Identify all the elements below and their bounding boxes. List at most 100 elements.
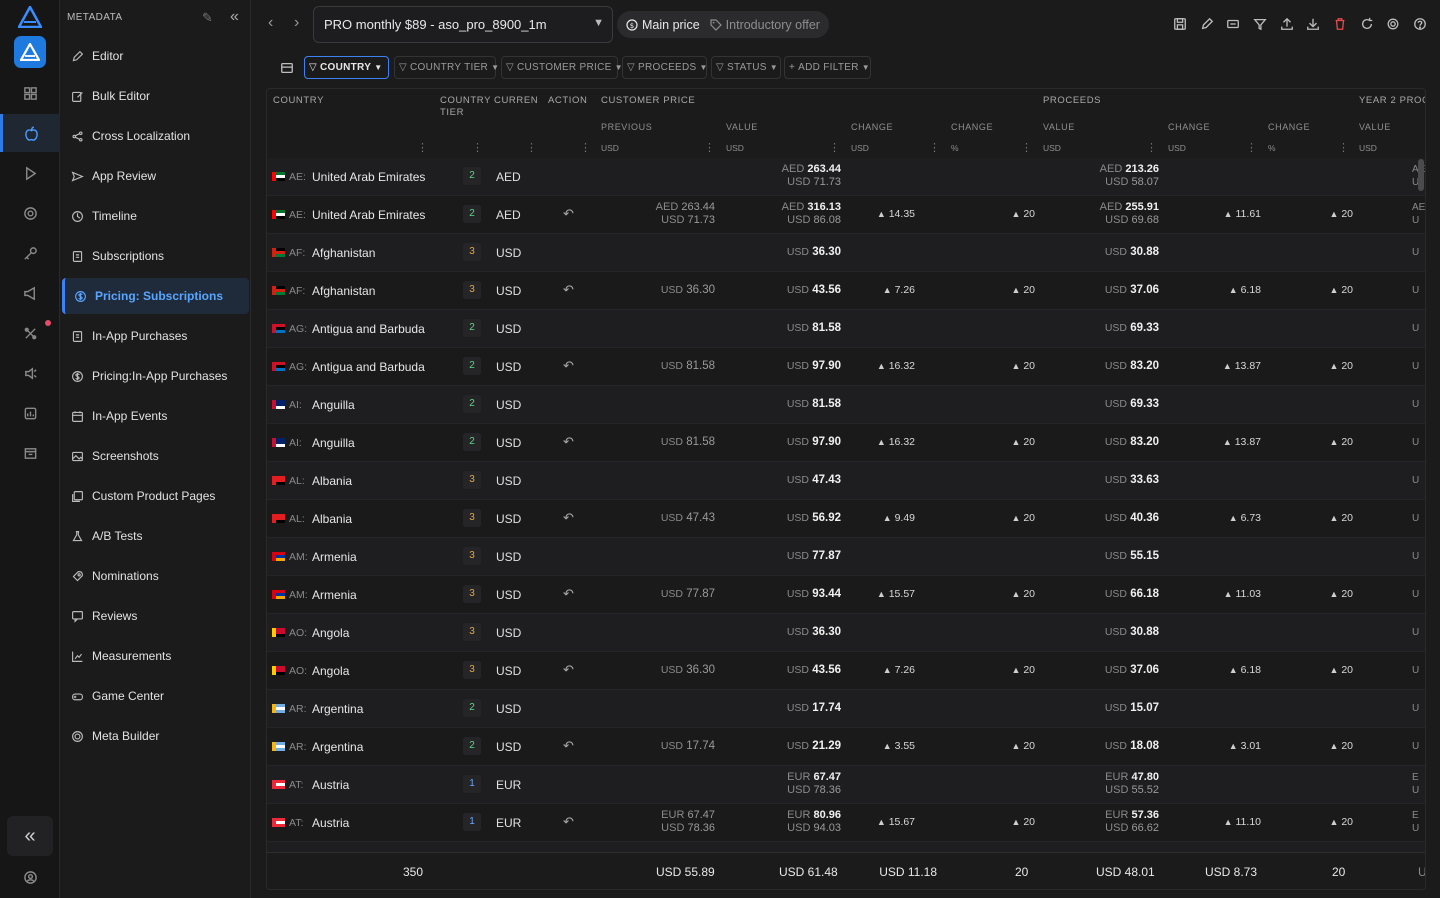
sidebar-item-measurements[interactable]: Measurements: [62, 638, 249, 674]
column-menu-icon[interactable]: ⋮: [704, 141, 715, 154]
sidebar-item-in-app-purchases[interactable]: In-App Purchases: [62, 318, 249, 354]
sidebar-item-cross-localization[interactable]: Cross Localization: [62, 118, 249, 154]
undo-icon[interactable]: ↶: [563, 358, 574, 374]
refresh-icon[interactable]: [1359, 16, 1375, 32]
column-menu-icon[interactable]: ⋮: [472, 141, 483, 154]
undo-icon[interactable]: ↶: [563, 586, 574, 602]
table-row[interactable]: AO: Angola 3 USD USD 36.30 USD 30.88 U: [267, 614, 1425, 652]
column-menu-icon[interactable]: ⋮: [526, 141, 537, 154]
sidebar-item-screenshots[interactable]: Screenshots: [62, 438, 249, 474]
sidebar-item-game-center[interactable]: Game Center: [62, 678, 249, 714]
download-icon[interactable]: [1305, 16, 1321, 32]
filter-chip-customer-price[interactable]: ▽ CUSTOMER PRICE ▼: [501, 56, 623, 79]
table-row[interactable]: AR: Argentina 2 USD USD 17.74 USD 15.07 U: [267, 690, 1425, 728]
undo-icon[interactable]: ↶: [563, 434, 574, 450]
sidebar-item-editor[interactable]: Editor: [62, 38, 249, 74]
product-select[interactable]: PRO monthly $89 - aso_pro_8900_1m ▼: [313, 6, 613, 43]
help-icon[interactable]: [1412, 16, 1428, 32]
table-row[interactable]: AI: Anguilla 2 USD USD 81.58 USD 69.33 U: [267, 386, 1425, 424]
undo-icon[interactable]: ↶: [563, 814, 574, 830]
table-row[interactable]: AE: United Arab Emirates 2 AED ↶ AED 263.44 US…: [267, 196, 1425, 234]
col-header-year2-proceeds[interactable]: YEAR 2 PROC: [1359, 95, 1425, 106]
sidebar-item-nominations[interactable]: Nominations: [62, 558, 249, 594]
col-header-proceeds[interactable]: PROCEEDS: [1043, 95, 1101, 106]
table-row[interactable]: AE: United Arab Emirates 2 AED AED 263.44 USD…: [267, 158, 1425, 196]
column-menu-icon[interactable]: ⋮: [580, 141, 591, 154]
edit-icon[interactable]: ✎: [202, 10, 213, 26]
sidebar-item-custom-product-pages[interactable]: Custom Product Pages: [62, 478, 249, 514]
filter-chip-status[interactable]: ▽ STATUS ▼: [711, 56, 781, 79]
sound-icon[interactable]: [0, 354, 60, 392]
undo-icon[interactable]: ↶: [563, 738, 574, 754]
column-menu-icon[interactable]: ⋮: [829, 141, 840, 154]
sidebar-item-timeline[interactable]: Timeline: [62, 198, 249, 234]
table-row[interactable]: AT: Austria 1 EUR EUR 67.47 USD 78.36 EUR 47.8…: [267, 766, 1425, 804]
forward-arrow-icon[interactable]: ›: [294, 14, 299, 32]
settings-gear-icon[interactable]: [1385, 16, 1401, 32]
megaphone-icon[interactable]: [0, 274, 60, 312]
sidebar-item-a-b-tests[interactable]: A/B Tests: [62, 518, 249, 554]
table-row[interactable]: AM: Armenia 3 USD ↶ USD 77.87 USD 93.44 ▲ 15.57…: [267, 576, 1425, 614]
apple-icon[interactable]: [0, 114, 60, 152]
col-header-customer-price[interactable]: CUSTOMER PRICE: [601, 95, 695, 106]
table-row[interactable]: AL: Albania 3 USD USD 47.43 USD 33.63 U: [267, 462, 1425, 500]
column-menu-icon[interactable]: ⋮: [1146, 141, 1157, 154]
undo-icon[interactable]: ↶: [563, 510, 574, 526]
target-icon[interactable]: [0, 194, 60, 232]
apps-grid-icon[interactable]: [0, 74, 60, 112]
trash-icon[interactable]: [1332, 16, 1348, 32]
app-icon[interactable]: [14, 36, 46, 68]
table-row[interactable]: AT: Austria 1 EUR ↶ EUR 67.47 USD 78.36 EUR 80.…: [267, 804, 1425, 842]
store-icon[interactable]: [0, 434, 60, 472]
column-menu-icon[interactable]: ⋮: [929, 141, 940, 154]
col-header-currency[interactable]: CURREN: [494, 95, 538, 106]
vertical-scrollbar[interactable]: [1418, 159, 1424, 191]
user-icon[interactable]: [0, 858, 60, 896]
play-icon[interactable]: [0, 154, 60, 192]
back-arrow-icon[interactable]: ‹: [268, 14, 273, 32]
sidebar-item-meta-builder[interactable]: Meta Builder: [62, 718, 249, 754]
table-row[interactable]: AO: Angola 3 USD ↶ USD 36.30 USD 43.56 ▲ 7.26 ▲ …: [267, 652, 1425, 690]
table-row[interactable]: AM: Armenia 3 USD USD 77.87 USD 55.15 U: [267, 538, 1425, 576]
table-row[interactable]: AL: Albania 3 USD ↶ USD 47.43 USD 56.92 ▲ 9.49 ▲…: [267, 500, 1425, 538]
collapse-sidebar-icon[interactable]: «: [230, 8, 239, 26]
column-menu-icon[interactable]: ⋮: [1021, 141, 1032, 154]
tools-icon[interactable]: [0, 314, 60, 352]
tab-main-price[interactable]: $ Main price: [621, 18, 705, 32]
save-icon[interactable]: [1172, 16, 1188, 32]
sidebar-item-pricing-in-app-purchases[interactable]: Pricing:In-App Purchases: [62, 358, 249, 394]
table-row[interactable]: AF: Afghanistan 3 USD ↶ USD 36.30 USD 43.56 ▲ 7…: [267, 272, 1425, 310]
table-row[interactable]: AF: Afghanistan 3 USD USD 36.30 USD 30.88 U: [267, 234, 1425, 272]
undo-icon[interactable]: ↶: [563, 206, 574, 222]
filter-chip-country[interactable]: ▽ COUNTRY ▼: [304, 56, 389, 79]
table-row[interactable]: AI: Anguilla 2 USD ↶ USD 81.58 USD 97.90 ▲ 16.3…: [267, 424, 1425, 462]
sidebar-item-pricing-subscriptions[interactable]: Pricing: Subscriptions: [62, 278, 249, 314]
sidebar-item-subscriptions[interactable]: Subscriptions: [62, 238, 249, 274]
filter-chip-add-filter[interactable]: + ADD FILTER ▼: [784, 56, 871, 79]
tab-introductory-offer[interactable]: Introductory offer: [705, 18, 825, 32]
filter-chip-proceeds[interactable]: ▽ PROCEEDS ▼: [622, 56, 707, 79]
table-row[interactable]: AR: Argentina 2 USD ↶ USD 17.74 USD 21.29 ▲ 3.5…: [267, 728, 1425, 766]
col-header-action[interactable]: ACTION: [548, 95, 588, 106]
table-row[interactable]: AG: Antigua and Barbuda 2 USD USD 81.58 USD 6…: [267, 310, 1425, 348]
table-row[interactable]: AG: Antigua and Barbuda 2 USD ↶ USD 81.58 USD …: [267, 348, 1425, 386]
sidebar-item-bulk-editor[interactable]: Bulk Editor: [62, 78, 249, 114]
sidebar-item-in-app-events[interactable]: In-App Events: [62, 398, 249, 434]
column-menu-icon[interactable]: ⋮: [417, 141, 428, 154]
filter-icon[interactable]: [1252, 16, 1268, 32]
col-header-country-tier[interactable]: COUNTRY TIER: [440, 95, 490, 119]
sidebar-item-reviews[interactable]: Reviews: [62, 598, 249, 634]
column-menu-icon[interactable]: ⋮: [1246, 141, 1257, 154]
pencil-icon[interactable]: [1199, 16, 1215, 32]
report-icon[interactable]: [0, 394, 60, 432]
upload-icon[interactable]: [1279, 16, 1295, 32]
transfer-icon[interactable]: [1225, 16, 1241, 32]
filter-chip-country-tier[interactable]: ▽ COUNTRY TIER ▼: [394, 56, 499, 79]
col-header-country[interactable]: COUNTRY: [273, 95, 324, 106]
columns-toggle-icon[interactable]: [279, 60, 295, 76]
collapse-rail-button[interactable]: «: [7, 816, 53, 856]
column-menu-icon[interactable]: ⋮: [1338, 141, 1349, 154]
sidebar-item-app-review[interactable]: App Review: [62, 158, 249, 194]
undo-icon[interactable]: ↶: [563, 662, 574, 678]
table-row[interactable]: AUD 100.13AUD 77.35: [267, 842, 1425, 852]
